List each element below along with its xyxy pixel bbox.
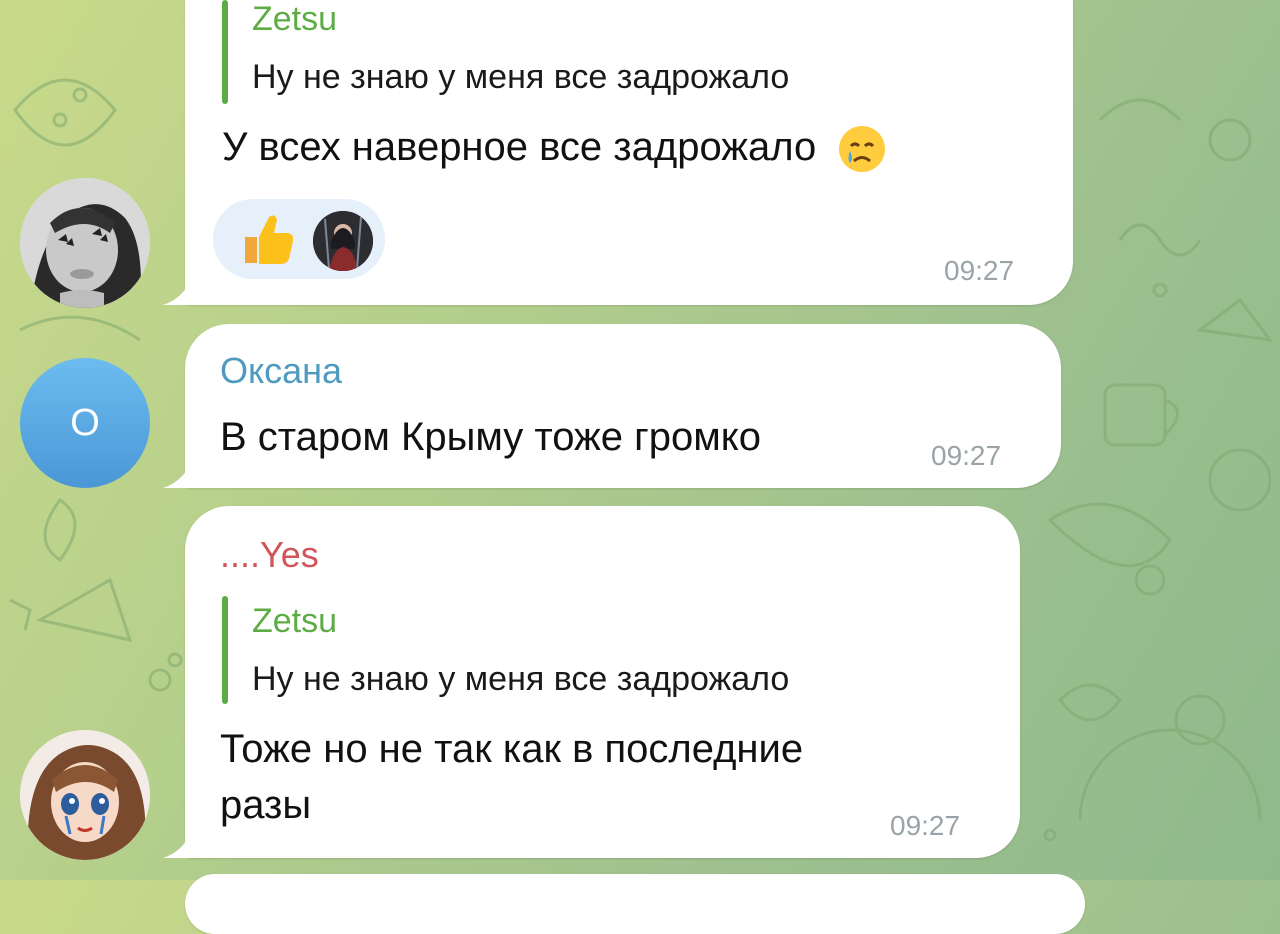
user-photo xyxy=(20,730,150,860)
sender-name[interactable]: Оксана xyxy=(220,350,342,392)
sender-avatar[interactable]: О xyxy=(20,358,150,488)
bubble-tail xyxy=(163,836,189,858)
reply-quote[interactable]: Zetsu Ну не знаю у меня все задрожало xyxy=(222,596,982,704)
reactions-bar[interactable] xyxy=(213,199,385,279)
reply-quote[interactable]: Zetsu Ну не знаю у меня все задрожало xyxy=(222,0,982,104)
message-time: 09:27 xyxy=(890,810,961,841)
reply-sender-name: Zetsu xyxy=(252,602,338,640)
message-time: 09:27 xyxy=(944,255,1015,286)
message-time: 09:27 xyxy=(931,440,1002,471)
thumbs-up-icon xyxy=(245,215,294,264)
sender-name[interactable]: ....Yes xyxy=(220,534,319,576)
sender-avatar[interactable] xyxy=(20,178,150,308)
reply-bar xyxy=(222,0,228,104)
bubble-tail xyxy=(163,283,189,305)
reply-text: Ну не знаю у меня все задрожало xyxy=(252,58,790,96)
reply-text: Ну не знаю у меня все задрожало xyxy=(252,660,790,698)
reactor-avatar xyxy=(313,211,373,271)
sender-avatar[interactable] xyxy=(20,730,150,860)
message-text-line-1: Тоже но не так как в последние xyxy=(220,727,804,771)
message-text-line-2: разы xyxy=(220,783,312,827)
reply-bar xyxy=(222,596,228,704)
user-photo xyxy=(20,178,150,308)
bubble-tail xyxy=(163,466,189,488)
message-text: В старом Крыму тоже громко xyxy=(220,415,761,459)
reply-sender-name: Zetsu xyxy=(252,0,338,38)
avatar-initial: О xyxy=(70,401,100,444)
message-text: У всех наверное все задрожало xyxy=(222,120,887,174)
message-text-content: У всех наверное все задрожало xyxy=(222,125,817,169)
message-bubble-partial[interactable] xyxy=(185,874,1085,934)
crying-face-icon xyxy=(839,126,886,173)
